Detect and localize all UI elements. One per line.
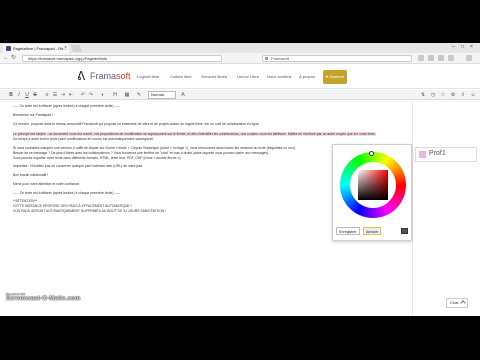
- ordered-list-icon[interactable]: ≡: [44, 92, 50, 98]
- home-icon[interactable]: [438, 55, 444, 61]
- screen: Pagelatibre | Framapad - Ré... × – □ × ←…: [0, 43, 480, 316]
- editor-line: CETTE INSTANCE PROPOSE DES PADS À EFFACE…: [13, 204, 132, 208]
- editor-line: ----- Ce texte est à effacer (après lect…: [13, 191, 121, 195]
- heading-icon[interactable]: H: [112, 92, 118, 98]
- editor-line: Bienvenue sur Framapad !: [13, 113, 53, 117]
- nav-services-libres[interactable]: Services libres: [201, 74, 227, 79]
- close-icon[interactable]: ×: [64, 44, 67, 53]
- search-icon: [265, 57, 268, 60]
- share-icon[interactable]: ⇪: [460, 92, 466, 98]
- maximize-icon[interactable]: □: [461, 43, 464, 52]
- back-icon[interactable]: ←: [3, 54, 9, 63]
- editor-line: Vous pouvez exporter votre texte dans di…: [13, 156, 182, 160]
- new-tab-button[interactable]: [70, 45, 83, 52]
- window-close-icon[interactable]: ×: [470, 43, 473, 52]
- tab-title: Pagelatibre | Framapad - Ré...: [13, 46, 67, 51]
- downloads-icon[interactable]: [428, 55, 434, 61]
- bold-button[interactable]: B: [8, 92, 14, 98]
- bullet-list-icon[interactable]: ☰: [52, 92, 58, 98]
- bookmark-icon[interactable]: [418, 55, 424, 61]
- hue-wheel[interactable]: [340, 151, 406, 218]
- user-name[interactable]: Prof1: [429, 150, 446, 157]
- editor-line: **ATTENTION**: [13, 199, 38, 203]
- color-picker: Enregistrer Annuler: [332, 144, 412, 241]
- users-icon[interactable]: ☺: [470, 92, 476, 98]
- editor-line: Si vous souhaitez marquer une version, i…: [13, 146, 296, 150]
- nav-un-libre[interactable]: Un/un/ Libre: [237, 74, 259, 79]
- chat-label: Chat: [450, 300, 459, 305]
- url-field[interactable]: https://framavid.framapad.org/p/PagedeMo…: [22, 55, 222, 62]
- framasoft-nav: ᕕ Framasoft Logiciel libre Culture libre…: [0, 65, 480, 89]
- comment-icon[interactable]: ✎: [136, 92, 142, 98]
- save-color-button[interactable]: Enregistrer: [336, 227, 360, 235]
- chevron-up-icon: [460, 300, 466, 306]
- current-color-swatch: [401, 228, 408, 234]
- recording-watermark: Recorded with Screencast-O-Matic.com: [6, 292, 80, 302]
- search-value: Framasoft: [271, 56, 290, 61]
- italic-button[interactable]: I: [16, 92, 22, 98]
- reload-icon[interactable]: ↻: [11, 54, 16, 63]
- saturation-value-square[interactable]: [358, 170, 388, 200]
- search-input[interactable]: Framasoft: [262, 55, 412, 62]
- extension-icon[interactable]: [448, 55, 454, 61]
- redo-icon[interactable]: ↷: [88, 92, 94, 98]
- favicon-icon: [6, 46, 11, 51]
- watermark-title: Screencast-O-Matic.com: [6, 296, 81, 302]
- undo-icon[interactable]: ↶: [80, 92, 86, 98]
- nav-a-propos[interactable]: À propos: [299, 74, 315, 79]
- nav-logiciel-libre[interactable]: Logiciel libre: [137, 74, 159, 79]
- framasoft-logo-icon[interactable]: ᕕ: [77, 69, 85, 83]
- settings-icon[interactable]: ⚙: [450, 92, 456, 98]
- menu-icon[interactable]: [466, 55, 472, 61]
- framasoft-logo[interactable]: Framasoft: [90, 71, 131, 81]
- outdent-icon[interactable]: ⇤: [68, 92, 74, 98]
- user-color-swatch[interactable]: [419, 151, 426, 158]
- editor-line: ----- Ce texte est à effacer (après lect…: [13, 104, 121, 108]
- address-bar: ← ↻ https://framavid.framapad.org/p/Page…: [0, 53, 480, 64]
- editor-line: Le principe est simple : un document vou…: [13, 132, 376, 136]
- soutenir-button[interactable]: ♥ Soutenir: [323, 70, 347, 84]
- table-icon[interactable]: ▦: [124, 92, 130, 98]
- history-icon[interactable]: ◷: [430, 92, 436, 98]
- star-icon[interactable]: ☆: [440, 92, 446, 98]
- editor-line: Bon travail collaboratif !: [13, 173, 49, 177]
- font-icon[interactable]: A: [180, 92, 186, 98]
- editor-line: Ce service, proposé dans le réseau assoc…: [13, 122, 260, 126]
- indent-icon[interactable]: ⇥: [60, 92, 66, 98]
- paragraph-style-select[interactable]: Normal: [148, 91, 176, 99]
- nav-nous-soutenir[interactable]: Nous soutenir: [267, 74, 292, 79]
- color-icon[interactable]: ◐: [100, 92, 106, 98]
- users-panel: Prof1: [415, 147, 477, 162]
- hue-marker[interactable]: [369, 151, 374, 156]
- cancel-color-button[interactable]: Annuler: [363, 227, 382, 235]
- nav-culture-libre[interactable]: Culture libre: [170, 74, 192, 79]
- underline-button[interactable]: U: [24, 92, 30, 98]
- editor-line: Important : N'oubliez pas de conserver q…: [13, 164, 144, 168]
- minimize-icon[interactable]: –: [452, 43, 455, 52]
- color-marker[interactable]: [391, 183, 395, 187]
- editor-line: De temps à autre tout le texte (sauf mod…: [13, 137, 154, 141]
- strikethrough-button[interactable]: S: [32, 92, 38, 98]
- chat-button[interactable]: Chat: [446, 298, 468, 308]
- browser-tab[interactable]: Pagelatibre | Framapad - Ré... ×: [3, 44, 69, 53]
- editor-line: Besoin de ce message ? De plus d'idées a…: [13, 151, 270, 155]
- pad-toolbar: B I U S ≡ ☰ ⇥ ⇤ ↶ ↷ ◐ H ▦ ✎ Normal A ⇅ ◷…: [0, 90, 480, 100]
- import-export-icon[interactable]: ⇅: [420, 92, 426, 98]
- editor-line: VOS PADS SERONT AUTOMATIQUEMENT SUPPRIMÉ…: [13, 209, 167, 213]
- browser-tab-bar: Pagelatibre | Framapad - Ré... × – □ ×: [0, 43, 480, 53]
- editor-line: Merci pour votre attention et votre conf…: [13, 182, 81, 186]
